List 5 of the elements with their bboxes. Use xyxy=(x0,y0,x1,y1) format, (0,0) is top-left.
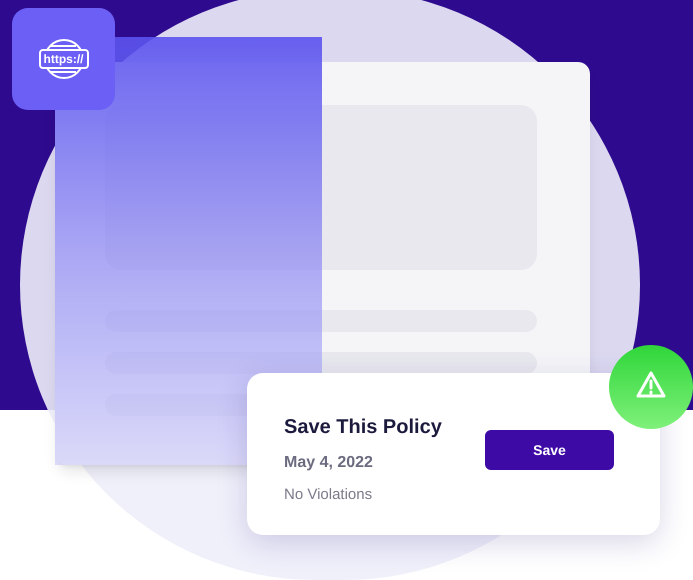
policy-title: Save This Policy xyxy=(284,414,442,440)
save-button[interactable]: Save xyxy=(485,430,614,470)
policy-status: No Violations xyxy=(284,484,374,505)
policy-date: May 4, 2022 xyxy=(284,452,374,473)
url-label: https:// xyxy=(38,49,88,69)
